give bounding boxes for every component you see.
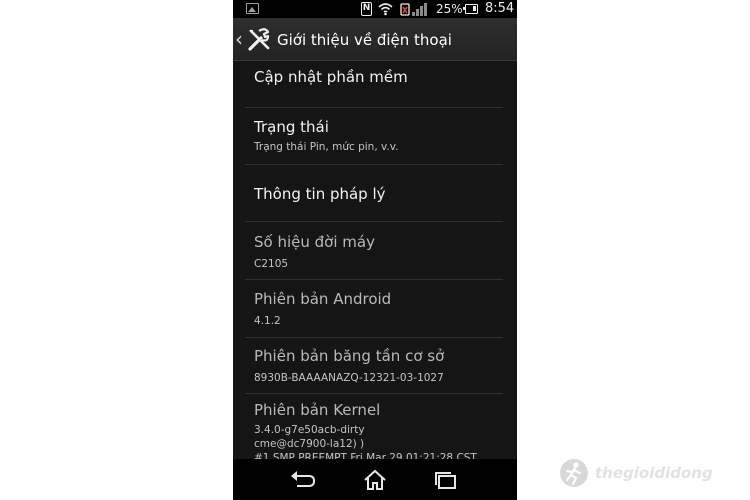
divider [245, 337, 503, 338]
running-man-logo-icon [560, 459, 588, 487]
battery-icon [462, 4, 478, 14]
tools-icon[interactable] [246, 27, 272, 53]
navigation-bar [233, 459, 517, 500]
clock: 8:54 [485, 1, 515, 16]
list-item-software-update[interactable]: Cập nhật phần mềm [254, 67, 504, 87]
list-item-summary: Trạng thái Pin, mức pin, v.v. [254, 141, 399, 153]
settings-list[interactable]: Cập nhật phần mềm Trạng thái Trạng thái … [233, 61, 517, 459]
divider [245, 279, 503, 280]
list-item-title: Số hiệu đời máy [254, 233, 375, 251]
divider [245, 393, 503, 394]
home-icon[interactable] [355, 467, 395, 493]
list-item-summary: C2105 [254, 258, 289, 270]
list-item-summary: 8930B-BAAAANAZQ-12321-03-1027 [254, 372, 444, 384]
list-item-title: Trạng thái [254, 118, 329, 136]
gallery-icon [246, 3, 259, 14]
list-item-legal-info[interactable]: Thông tin pháp lý [254, 184, 504, 204]
page-title: Giới thiệu về điện thoại [277, 31, 452, 49]
list-item-summary-line: cme@dc7900-la12) ) [254, 438, 365, 450]
divider [245, 221, 503, 222]
divider [245, 107, 503, 108]
list-item-status[interactable]: Trạng thái Trạng thái Pin, mức pin, v.v. [254, 117, 504, 154]
divider [245, 164, 503, 165]
back-arrow-icon[interactable] [283, 467, 323, 493]
action-bar[interactable]: ‹ Giới thiệu về điện thoại [233, 18, 517, 61]
list-item-baseband-version: Phiên bản băng tần cơ sở 8930B-BAAAANAZQ… [254, 346, 504, 385]
nfc-icon: N [361, 2, 372, 16]
list-item-title: Thông tin pháp lý [254, 185, 386, 203]
list-item-model-number: Số hiệu đời máy C2105 [254, 232, 504, 271]
list-item-title: Phiên bản Kernel [254, 401, 381, 419]
list-item-title: Phiên bản băng tần cơ sở [254, 347, 445, 365]
wifi-icon [378, 3, 393, 16]
chevron-left-icon[interactable]: ‹ [235, 27, 243, 51]
watermark-text: thegioididong [595, 464, 713, 482]
list-item-summary-line: 3.4.0-g7e50acb-dirty [254, 424, 365, 436]
list-item-title: Cập nhật phần mềm [254, 68, 408, 86]
status-bar: N 25% 8:54 [233, 0, 517, 18]
list-item-android-version[interactable]: Phiên bản Android 4.1.2 [254, 289, 504, 328]
list-item-title: Phiên bản Android [254, 290, 392, 308]
recent-apps-icon[interactable] [426, 467, 466, 493]
list-item-summary-line: #1 SMP PREEMPT Fri Mar 29 01:21:28 CST [254, 452, 477, 459]
list-item-kernel-version: Phiên bản Kernel 3.4.0-g7e50acb-dirty cm… [254, 400, 504, 459]
list-item-summary: 4.1.2 [254, 315, 281, 327]
watermark: thegioididong [558, 457, 738, 491]
phone-screen: N 25% 8:54 ‹ Giới thiệu về điện thoại Cậ… [233, 0, 517, 500]
battery-percent: 25% [436, 2, 463, 16]
signal-no-sim-icon [400, 3, 427, 16]
